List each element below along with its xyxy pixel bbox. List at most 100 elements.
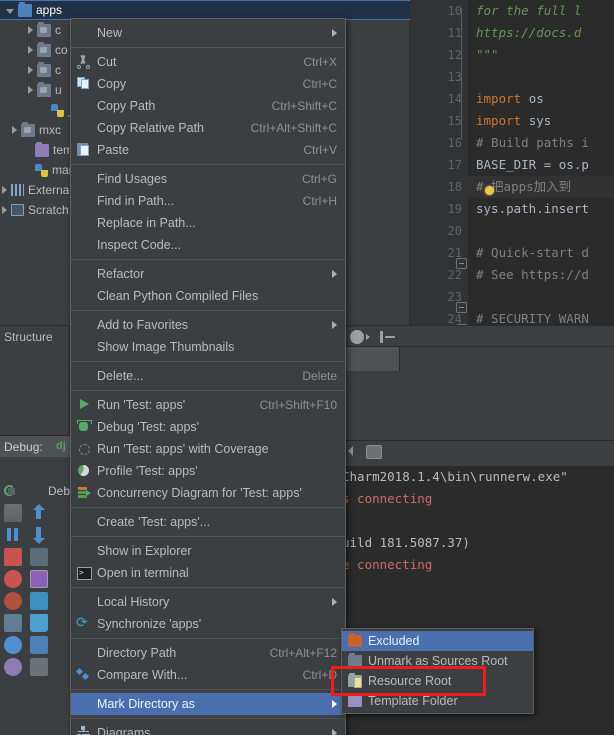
menu-item-mark-directory-as[interactable]: Mark Directory as [71,693,345,715]
menu-item-concurrency-diagram-for-test-apps[interactable]: Concurrency Diagram for 'Test: apps' [71,482,345,504]
code-line[interactable]: # SECURITY WARN [468,308,614,325]
chevron-right-icon[interactable] [28,46,33,54]
menu-item-inspect-code[interactable]: Inspect Code... [71,234,345,256]
folder-source-icon [348,653,362,667]
fold-marker-line14-icon[interactable] [456,302,467,313]
console-window-icon[interactable] [30,636,48,654]
code-line[interactable]: BASE_DIR = os.p [468,154,614,176]
editor-toolbar[interactable] [340,325,614,347]
code-line[interactable]: for the full l [468,0,614,22]
chevron-right-icon[interactable] [28,66,33,74]
step-up-icon[interactable] [30,504,48,522]
menu-item-copy-path[interactable]: Copy Path Ctrl+Shift+C [71,95,345,117]
menu-item-create-test-apps[interactable]: Create 'Test: apps'... [71,511,345,533]
code-line[interactable]: """ [468,44,614,66]
tree-node-apps[interactable]: apps [0,0,409,20]
submenu-item-unmark-as-sources-root[interactable]: Unmark as Sources Root [342,651,533,671]
mute-breakpoints-icon[interactable] [4,570,22,588]
stop-icon[interactable] [4,548,22,566]
code-line[interactable]: import sys [468,110,614,132]
menu-item-directory-path[interactable]: Directory Path Ctrl+Alt+F12 [71,642,345,664]
menu-item-profile-test-apps[interactable]: Profile 'Test: apps' [71,460,345,482]
menu-item-replace-in-path[interactable]: Replace in Path... [71,212,345,234]
settings-gear-icon[interactable] [350,330,364,344]
terminal-icon [76,565,92,580]
print-icon[interactable] [30,592,48,610]
menu-item-show-image-thumbnails[interactable]: Show Image Thumbnails [71,336,345,358]
console-view-icon[interactable] [366,445,382,459]
debug-actions-toolbar-right[interactable] [26,500,52,735]
menu-item-copy[interactable]: Copy Ctrl+C [71,73,345,95]
menu-item-new[interactable]: New [71,22,345,44]
back-arrow-icon[interactable] [348,446,353,456]
menu-item-delete[interactable]: Delete... Delete [71,365,345,387]
menu-item-synchronize-apps[interactable]: Synchronize 'apps' [71,613,345,635]
code-line[interactable]: sys.path.insert [468,198,614,220]
code-line[interactable]: # See https://d [468,264,614,286]
menu-item-open-in-terminal[interactable]: Open in terminal [71,562,345,584]
pause-icon[interactable] [4,526,22,544]
mark-directory-as-submenu[interactable]: Excluded Unmark as Sources Root Resource R… [341,628,534,714]
menu-item-find-in-path[interactable]: Find in Path... Ctrl+H [71,190,345,212]
chevron-right-icon[interactable] [2,186,7,194]
submenu-item-resource-root[interactable]: Resource Root [342,671,533,691]
submenu-arrow-icon [332,598,337,606]
collapse-all-icon[interactable] [380,331,383,343]
code-line[interactable]: import os [468,88,614,110]
menu-item-label: New [97,26,123,40]
chevron-down-icon[interactable] [366,334,370,340]
fold-marker-line12-icon[interactable] [456,258,467,269]
code-line[interactable]: # Quick-start d [468,242,614,264]
menu-item-show-in-explorer[interactable]: Show in Explorer [71,540,345,562]
code-line[interactable] [468,220,614,242]
submenu-item-excluded[interactable]: Excluded [342,631,533,651]
scroll-to-end-icon[interactable] [30,570,48,588]
settings-list-icon[interactable] [30,658,48,676]
submenu-item-template-folder[interactable]: Template Folder [342,691,533,711]
trash-icon[interactable] [30,614,48,632]
code-line[interactable] [468,286,614,308]
console-toolbar[interactable] [340,440,614,466]
code-text: sys.path.insert [476,201,589,216]
menu-item-debug-test-apps[interactable]: Debug 'Test: apps' [71,416,345,438]
step-over-icon[interactable] [4,504,22,522]
chevron-down-icon[interactable] [6,8,14,14]
menu-item-clean-python-compiled-files[interactable]: Clean Python Compiled Files [71,285,345,307]
chevron-right-icon[interactable] [28,26,33,34]
code-text: https://docs.d [476,25,582,40]
soft-wrap-icon[interactable] [30,548,48,566]
intention-bulb-icon[interactable] [485,186,494,195]
chevron-right-icon[interactable] [2,206,7,214]
context-menu[interactable]: New Cut Ctrl+X Copy Ctrl+C Copy Path Ctrl+Shif… [70,18,346,735]
menu-item-add-to-favorites[interactable]: Add to Favorites [71,314,345,336]
menu-item-refactor[interactable]: Refactor [71,263,345,285]
menu-item-run-test-apps-with-coverage[interactable]: Run 'Test: apps' with Coverage [71,438,345,460]
menu-item-compare-with[interactable]: Compare With... Ctrl+D [71,664,345,686]
menu-item-cut[interactable]: Cut Ctrl+X [71,51,345,73]
menu-item-copy-relative-path[interactable]: Copy Relative Path Ctrl+Alt+Shift+C [71,117,345,139]
menu-item-run-test-apps[interactable]: Run 'Test: apps' Ctrl+Shift+F10 [71,394,345,416]
tab-console-active[interactable] [340,347,400,371]
tab-structure[interactable]: Structure [0,325,70,347]
restore-layout-icon[interactable] [4,658,22,676]
step-down-icon[interactable] [30,526,48,544]
layout-icon[interactable] [4,614,22,632]
menu-item-find-usages[interactable]: Find Usages Ctrl+G [71,168,345,190]
chevron-right-icon[interactable] [28,86,33,94]
code-editor[interactable]: 1011121314151617181920212223242526 for t… [410,0,614,370]
code-line[interactable]: https://docs.d [468,22,614,44]
debug-actions-toolbar-left[interactable] [0,500,26,735]
menu-item-local-history[interactable]: Local History [71,591,345,613]
view-breakpoints-icon[interactable] [4,592,22,610]
settings-gear-icon[interactable] [4,636,22,654]
chevron-right-icon[interactable] [12,126,17,134]
editor-gutter[interactable]: 1011121314151617181920212223242526 [410,0,468,370]
code-line[interactable]: # Build paths i [468,132,614,154]
menu-item-paste[interactable]: Paste Ctrl+V [71,139,345,161]
code-line[interactable] [468,66,614,88]
console-tabbar[interactable] [340,347,614,387]
collapse-all-arrow-icon[interactable] [385,336,395,338]
rerun-icon[interactable] [2,483,20,499]
menu-item-diagrams[interactable]: Diagrams [71,722,345,735]
editor-code-area[interactable]: for the full l https://docs.d """ import os… [468,0,614,325]
